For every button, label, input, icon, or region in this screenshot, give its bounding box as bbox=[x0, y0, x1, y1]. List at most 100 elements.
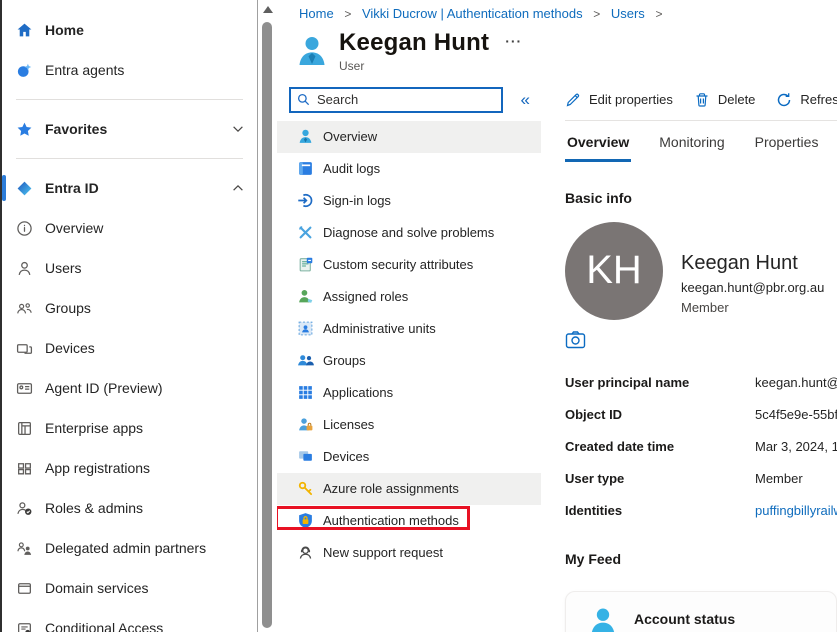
sidebar-item-enterprise-apps[interactable]: Enterprise apps bbox=[2, 408, 257, 448]
sidebar-item-delegated-admin-partners[interactable]: Delegated admin partners bbox=[2, 528, 257, 568]
sidebar-item-entra-id[interactable]: Entra ID bbox=[2, 168, 257, 208]
sidebar-item-home[interactable]: Home bbox=[2, 10, 257, 50]
property-row-object-id: Object ID 5c4f5e9e-55bf- bbox=[565, 399, 837, 431]
more-options-button[interactable]: ··· bbox=[505, 33, 522, 49]
change-photo-button[interactable] bbox=[565, 330, 586, 349]
sidebar-item-agent-id-preview[interactable]: Agent ID (Preview) bbox=[2, 368, 257, 408]
command-button-refresh[interactable]: Refresh bbox=[776, 92, 837, 108]
home-icon bbox=[16, 22, 33, 39]
chevron-up-icon[interactable] bbox=[231, 181, 245, 195]
search-box bbox=[289, 87, 503, 113]
domain-services-icon bbox=[16, 580, 33, 597]
sidebar-item-users[interactable]: Users bbox=[2, 248, 257, 288]
groups-icon bbox=[297, 352, 314, 369]
assigned-roles-icon bbox=[297, 288, 314, 305]
collapse-menu-button[interactable]: « bbox=[521, 91, 533, 108]
property-label: Object ID bbox=[565, 407, 755, 422]
user-membership: Member bbox=[681, 300, 824, 315]
menu-item-applications[interactable]: Applications bbox=[277, 377, 541, 409]
star-icon bbox=[16, 121, 33, 138]
menu-item-custom-security-attributes[interactable]: Custom security attributes bbox=[277, 249, 541, 281]
command-button-delete[interactable]: Delete bbox=[694, 92, 756, 108]
menu-item-devices[interactable]: Devices bbox=[277, 441, 541, 473]
menu-item-administrative-units[interactable]: Administrative units bbox=[277, 313, 541, 345]
sidebar-item-domain-services[interactable]: Domain services bbox=[2, 568, 257, 608]
breadcrumb-link[interactable]: Home bbox=[299, 6, 334, 21]
menu-item-overview[interactable]: Overview bbox=[277, 121, 541, 153]
property-value[interactable]: puffingbillyrailw bbox=[755, 503, 837, 518]
breadcrumb-link[interactable]: Vikki Ducrow | Authentication methods bbox=[362, 6, 583, 21]
property-row-user-principal-name: User principal name keegan.hunt@p bbox=[565, 367, 837, 399]
breadcrumb-link[interactable]: Users bbox=[611, 6, 645, 21]
administrative-units-icon bbox=[297, 320, 314, 337]
property-row-created-date-time: Created date time Mar 3, 2024, 11 bbox=[565, 431, 837, 463]
azure-role-assignments-icon bbox=[297, 480, 314, 497]
info-icon bbox=[16, 220, 33, 237]
breadcrumb-item-vikki-ducrow-authentication-methods: Vikki Ducrow | Authentication methods > bbox=[362, 6, 611, 21]
property-value: keegan.hunt@p bbox=[755, 375, 837, 390]
menu-item-groups[interactable]: Groups bbox=[277, 345, 541, 377]
conditional-access-icon bbox=[16, 620, 33, 632]
command-button-edit-properties[interactable]: Edit properties bbox=[565, 92, 673, 108]
menu-item-azure-role-assignments[interactable]: Azure role assignments bbox=[277, 473, 541, 505]
menu-item-assigned-roles[interactable]: Assigned roles bbox=[277, 281, 541, 313]
entra-id-icon bbox=[16, 180, 33, 197]
sidebar-item-roles-admins[interactable]: Roles & admins bbox=[2, 488, 257, 528]
property-value: 5c4f5e9e-55bf- bbox=[755, 407, 837, 422]
sidebar-item-favorites[interactable]: Favorites bbox=[2, 109, 257, 149]
page-title: Keegan Hunt bbox=[339, 29, 489, 57]
menu-item-authentication-methods[interactable]: Authentication methods bbox=[277, 505, 541, 537]
app-window: Home Entra agents Favorites E bbox=[0, 0, 837, 632]
feed-card-list: Account status bbox=[565, 591, 837, 632]
property-value: Mar 3, 2024, 11 bbox=[755, 439, 837, 454]
sidebar-item-app-registrations[interactable]: App registrations bbox=[2, 448, 257, 488]
sidebar-item-groups[interactable]: Groups bbox=[2, 288, 257, 328]
property-label: Identities bbox=[565, 503, 755, 518]
menu-item-licenses[interactable]: Licenses bbox=[277, 409, 541, 441]
sidebar-item-conditional-access[interactable]: Conditional Access bbox=[2, 608, 257, 632]
menu-item-diagnose-and-solve-problems[interactable]: Diagnose and solve problems bbox=[277, 217, 541, 249]
refresh-icon bbox=[776, 92, 792, 108]
page-subtitle: User bbox=[339, 59, 489, 73]
devices-icon bbox=[16, 340, 33, 357]
camera-icon bbox=[565, 330, 586, 349]
property-value: Member bbox=[755, 471, 803, 486]
property-row-identities: Identities puffingbillyrailw bbox=[565, 495, 837, 527]
sidebar-item-overview[interactable]: Overview bbox=[2, 208, 257, 248]
tab-overview[interactable]: Overview bbox=[565, 134, 631, 162]
entra-agents-icon bbox=[16, 62, 33, 79]
menu-item-sign-in-logs[interactable]: Sign-in logs bbox=[277, 185, 541, 217]
sign-in-logs-icon bbox=[297, 192, 314, 209]
search-input[interactable] bbox=[317, 92, 496, 107]
scrollbar-thumb[interactable] bbox=[262, 22, 272, 628]
diagnose-icon bbox=[297, 224, 314, 241]
property-label: Created date time bbox=[565, 439, 755, 454]
scroll-up-arrow[interactable] bbox=[263, 6, 273, 13]
support-request-icon bbox=[297, 544, 314, 561]
tab-monitoring[interactable]: Monitoring bbox=[657, 134, 726, 162]
sidebar-item-entra-agents[interactable]: Entra agents bbox=[2, 50, 257, 90]
breadcrumb-separator: > bbox=[344, 7, 351, 21]
chevron-down-icon[interactable] bbox=[231, 122, 245, 136]
breadcrumb-item-users: Users > bbox=[611, 6, 670, 21]
breadcrumb-separator: > bbox=[655, 7, 662, 21]
user-email: keegan.hunt@pbr.org.au bbox=[681, 280, 824, 295]
sidebar-divider bbox=[16, 99, 243, 100]
page-header: Keegan Hunt User ··· bbox=[277, 21, 837, 73]
user-avatar-icon bbox=[295, 33, 329, 67]
property-row-user-type: User type Member bbox=[565, 463, 837, 495]
tab-properties[interactable]: Properties bbox=[753, 134, 821, 162]
feed-card-account-status[interactable]: Account status bbox=[565, 591, 837, 632]
menu-item-new-support-request[interactable]: New support request bbox=[277, 537, 541, 569]
search-icon bbox=[296, 92, 311, 107]
avatar: KH bbox=[565, 222, 663, 320]
roles-admins-icon bbox=[16, 500, 33, 517]
user-devices-icon bbox=[297, 448, 314, 465]
menu-item-audit-logs[interactable]: Audit logs bbox=[277, 153, 541, 185]
people-icon bbox=[16, 300, 33, 317]
breadcrumb-separator: > bbox=[593, 7, 600, 21]
property-label: User type bbox=[565, 471, 755, 486]
sidebar-scrollbar[interactable] bbox=[258, 0, 277, 632]
tab-bar: Overview Monitoring Properties bbox=[565, 134, 837, 162]
sidebar-item-devices[interactable]: Devices bbox=[2, 328, 257, 368]
